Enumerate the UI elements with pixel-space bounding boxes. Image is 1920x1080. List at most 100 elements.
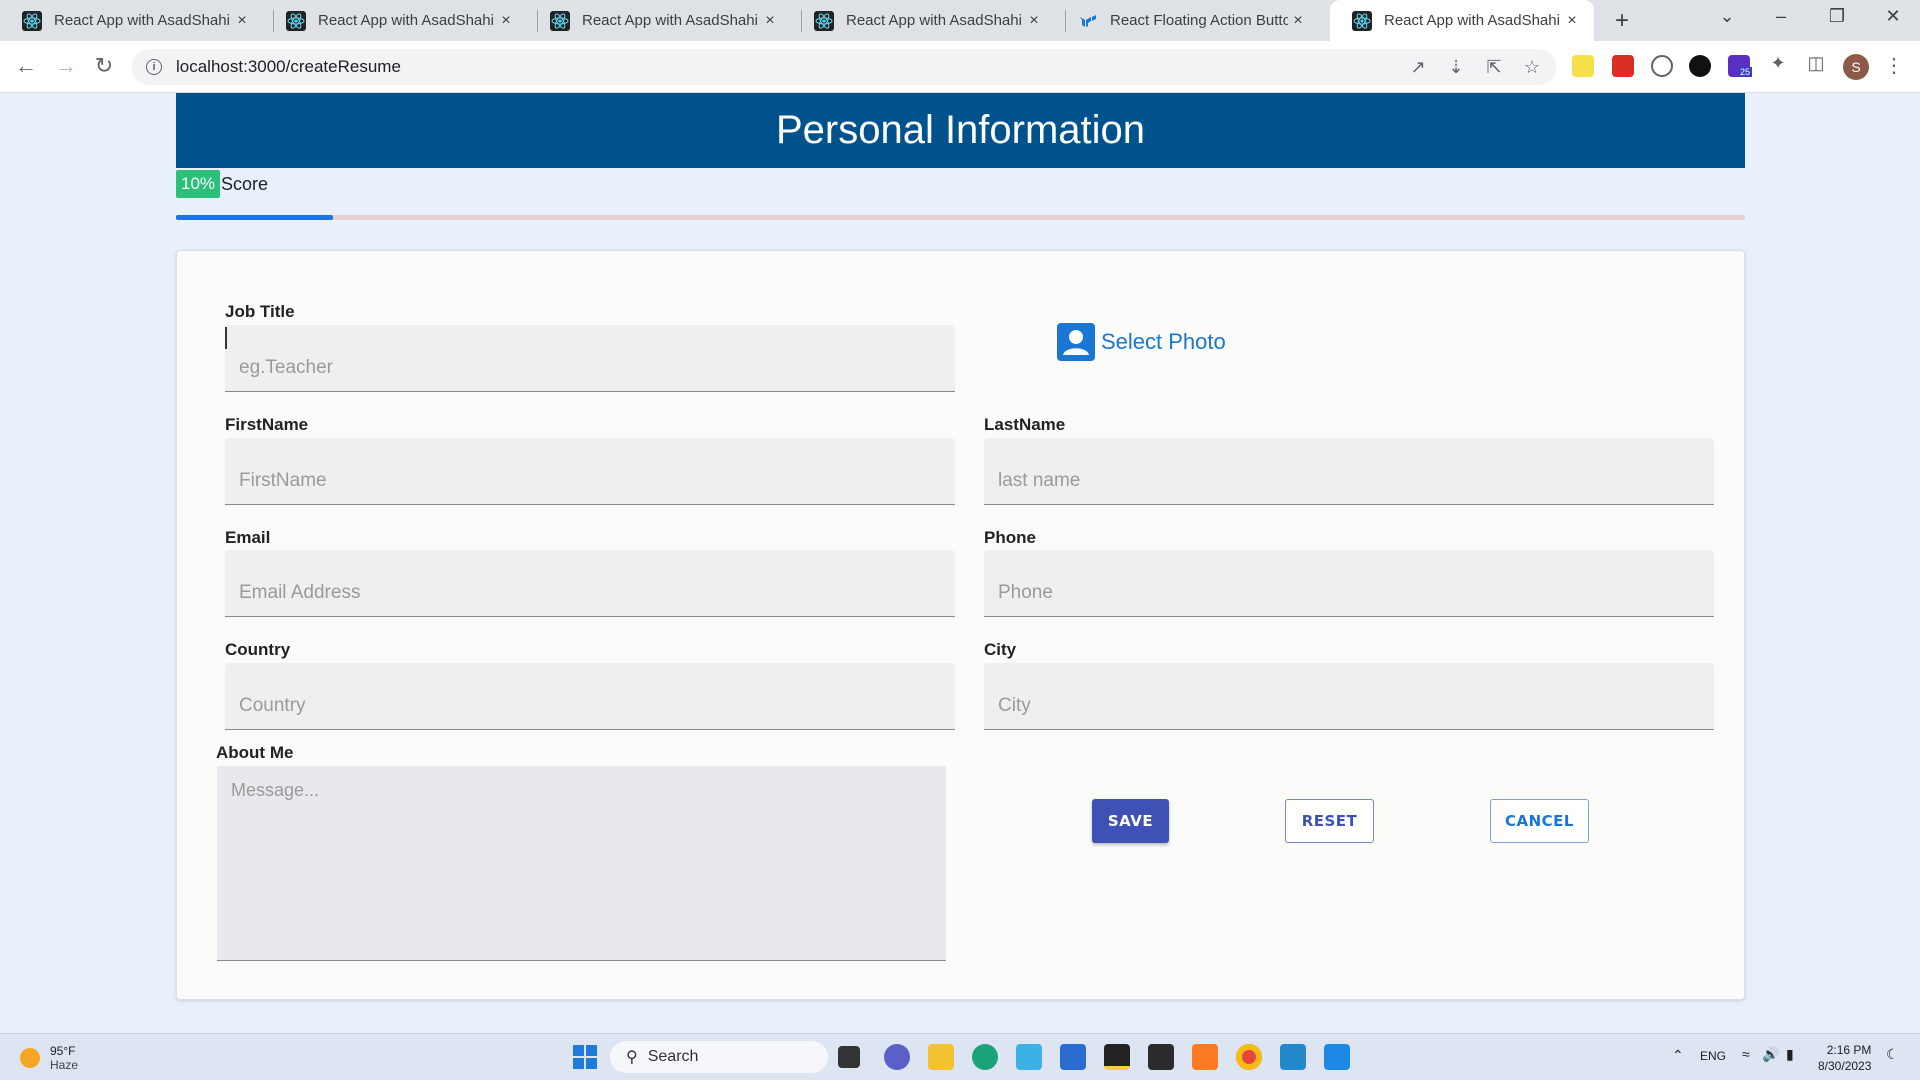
browser-tab[interactable]: React App with AsadShahi × (528, 0, 792, 41)
task-view-icon[interactable] (838, 1046, 860, 1068)
weather-condition: Haze (50, 1058, 79, 1072)
edge-browser-icon[interactable] (972, 1044, 998, 1070)
email-input[interactable] (239, 582, 941, 604)
extension-black-icon[interactable] (1689, 55, 1711, 77)
extension-circle-icon[interactable] (1651, 55, 1673, 77)
url-text[interactable]: localhost:3000/createResume (176, 57, 401, 77)
extension-grad-cap-icon[interactable]: 25 (1728, 55, 1753, 77)
browser-tab-active[interactable]: React App with AsadShahi × (1330, 0, 1594, 41)
windows-taskbar: 95°F Haze ⚲ Search ⌃ ENG ≈ 🔊 ▮ 2:16 PM 8… (0, 1033, 1920, 1080)
more-menu-icon[interactable]: ⋮ (1884, 53, 1904, 78)
city-field[interactable] (984, 663, 1714, 730)
media-app-icon[interactable] (1324, 1044, 1350, 1070)
tab-close-icon[interactable]: × (496, 12, 516, 30)
phone-label: Phone (984, 528, 1036, 547)
profile-avatar[interactable]: S (1843, 54, 1869, 80)
first-name-label: FirstName (225, 415, 309, 434)
save-button[interactable]: SAVE (1092, 799, 1169, 843)
weather-widget[interactable]: 95°F Haze (20, 1044, 78, 1072)
about-me-textarea[interactable] (217, 766, 946, 960)
tab-close-icon[interactable]: × (1024, 12, 1044, 30)
file-explorer-icon[interactable] (928, 1044, 954, 1070)
browser-tab[interactable]: React App with AsadShahi × (264, 0, 528, 41)
terminal-icon[interactable] (1148, 1044, 1174, 1070)
city-label: City (984, 640, 1017, 659)
extension-red-icon[interactable] (1612, 55, 1634, 77)
site-info-icon[interactable]: i (146, 59, 162, 75)
install-icon[interactable]: ⇣ (1444, 57, 1468, 78)
cancel-button[interactable]: CANCEL (1490, 799, 1589, 843)
system-clock[interactable]: 2:16 PM 8/30/2023 (1818, 1042, 1871, 1074)
first-name-input[interactable] (239, 470, 941, 492)
react-favicon-icon (814, 10, 834, 31)
last-name-field[interactable] (984, 438, 1714, 505)
react-favicon-icon (286, 10, 306, 31)
city-input[interactable] (998, 695, 1700, 717)
notifications-moon-icon[interactable]: ☾ (1886, 1046, 1899, 1063)
forward-arrow-icon[interactable]: → (52, 53, 80, 79)
share-icon[interactable]: ⇱ (1482, 57, 1506, 78)
open-in-app-icon[interactable]: ↗ (1406, 57, 1430, 78)
browser-tab[interactable]: React App with AsadShahi × (0, 0, 264, 41)
back-arrow-icon[interactable]: ← (12, 53, 40, 79)
score-badge: 10% (176, 170, 221, 198)
chrome-icon[interactable] (1236, 1044, 1262, 1070)
address-bar[interactable]: i localhost:3000/createResume ↗ ⇣ ⇱ ☆ (132, 49, 1556, 85)
select-photo-button[interactable]: Select Photo (1057, 323, 1226, 361)
browser-tab[interactable]: React Floating Action Button × (1056, 0, 1320, 41)
windows-start-icon[interactable] (572, 1044, 598, 1070)
teams-chat-icon[interactable] (884, 1044, 910, 1070)
tab-close-icon[interactable]: × (760, 12, 780, 30)
browser-tab-strip: React App with AsadShahi × React App wit… (0, 0, 1920, 41)
tab-search-chevron-icon[interactable]: ⌄ (1712, 6, 1742, 27)
tab-title: React Floating Action Button (1110, 12, 1288, 29)
job-title-label: Job Title (225, 302, 295, 321)
vscode-icon[interactable] (1280, 1044, 1306, 1070)
extension-lightning-icon[interactable] (1572, 55, 1594, 77)
about-me-label: About Me (216, 743, 294, 762)
new-tab-button[interactable]: + (1608, 7, 1636, 35)
browser-tab[interactable]: React App with AsadShahi × (792, 0, 1056, 41)
mui-favicon-icon (1080, 14, 1096, 27)
tab-close-icon[interactable]: × (1288, 12, 1308, 30)
reset-button[interactable]: RESET (1285, 799, 1374, 843)
about-me-field[interactable] (217, 766, 946, 961)
bookmark-star-icon[interactable]: ☆ (1520, 57, 1544, 78)
score-label: Score (221, 173, 269, 194)
phone-input[interactable] (998, 582, 1700, 604)
last-name-input[interactable] (998, 470, 1700, 492)
tab-title: React App with AsadShahi (1384, 12, 1560, 29)
job-title-input[interactable] (239, 357, 941, 379)
search-icon: ⚲ (626, 1049, 638, 1066)
taskbar-search-box[interactable]: ⚲ Search (610, 1041, 828, 1073)
restore-icon[interactable]: ❐ (1822, 6, 1852, 27)
language-indicator[interactable]: ENG (1700, 1049, 1726, 1063)
reload-icon[interactable]: ↻ (90, 53, 118, 79)
tab-title: React App with AsadShahi (54, 12, 230, 29)
wifi-icon[interactable]: ≈ (1742, 1046, 1750, 1062)
react-favicon-icon (22, 10, 42, 31)
page-viewport: Personal Information 10% Score Job Title… (0, 93, 1920, 1033)
sticky-notes-icon[interactable] (1104, 1044, 1130, 1070)
country-field[interactable] (225, 663, 955, 730)
battery-icon[interactable]: ▮ (1786, 1046, 1794, 1063)
extension-badge: 25 (1738, 67, 1753, 77)
minimize-icon[interactable]: – (1766, 6, 1796, 27)
country-input[interactable] (239, 695, 941, 717)
photos-app-icon[interactable] (1016, 1044, 1042, 1070)
phone-field[interactable] (984, 550, 1714, 617)
volume-icon[interactable]: 🔊 (1762, 1046, 1779, 1063)
tab-title: React App with AsadShahi (846, 12, 1022, 29)
puzzle-extensions-icon[interactable]: ✦ (1766, 53, 1790, 74)
xampp-icon[interactable] (1192, 1044, 1218, 1070)
store-app-icon[interactable] (1060, 1044, 1086, 1070)
first-name-field[interactable] (225, 438, 955, 505)
account-box-icon (1057, 323, 1095, 361)
tab-close-icon[interactable]: × (1562, 12, 1582, 30)
email-field[interactable] (225, 550, 955, 617)
tab-close-icon[interactable]: × (232, 12, 252, 30)
side-panel-icon[interactable]: ◫ (1804, 53, 1828, 74)
job-title-field[interactable] (225, 325, 955, 392)
window-close-icon[interactable]: ✕ (1878, 6, 1908, 27)
tray-overflow-chevron-icon[interactable]: ⌃ (1672, 1047, 1684, 1064)
